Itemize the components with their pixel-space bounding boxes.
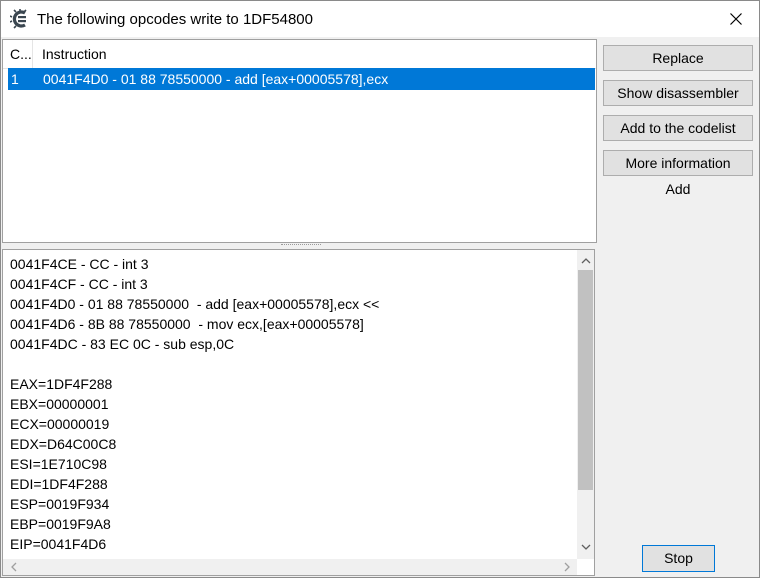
scroll-down-arrow-icon[interactable]: [577, 538, 594, 555]
memo-line: 0041F4D0 - 01 88 78550000 - add [eax+000…: [10, 296, 380, 312]
more-information-button[interactable]: More information: [603, 150, 753, 176]
close-icon: [730, 13, 742, 25]
opcode-list[interactable]: C... Instruction 1 0041F4D0 - 01 88 7855…: [2, 39, 597, 243]
list-row-selected[interactable]: 1 0041F4D0 - 01 88 78550000 - add [eax+0…: [8, 68, 595, 90]
column-header-instruction[interactable]: Instruction: [34, 40, 107, 68]
scroll-left-arrow-icon[interactable]: [5, 559, 22, 575]
memo-line: 0041F4CE - CC - int 3: [10, 256, 149, 272]
scroll-right-arrow-icon[interactable]: [558, 559, 575, 575]
memo-line: EBP=0019F9A8: [10, 516, 111, 532]
list-header: C... Instruction: [3, 40, 596, 69]
dialog-window: The following opcodes write to 1DF54800 …: [0, 0, 760, 578]
memo-line: EBX=00000001: [10, 396, 109, 412]
memo-line: EAX=1DF4F288: [10, 376, 113, 392]
scroll-up-arrow-icon[interactable]: [577, 252, 594, 269]
horizontal-scrollbar[interactable]: [3, 559, 577, 575]
add-label: Add: [665, 181, 691, 197]
column-header-count[interactable]: C...: [3, 40, 33, 68]
title-bar[interactable]: The following opcodes write to 1DF54800: [1, 1, 759, 37]
memo-line: ESP=0019F934: [10, 496, 110, 512]
disassembly-memo[interactable]: 0041F4CE - CC - int 3 0041F4CF - CC - in…: [2, 249, 595, 576]
row-count: 1: [11, 71, 19, 87]
close-button[interactable]: [713, 1, 759, 37]
memo-line: [10, 354, 570, 374]
splitter-handle[interactable]: [281, 244, 321, 248]
memo-content: 0041F4CE - CC - int 3 0041F4CF - CC - in…: [10, 254, 570, 554]
row-instruction: 0041F4D0 - 01 88 78550000 - add [eax+000…: [43, 71, 389, 87]
memo-line: 0041F4D6 - 8B 88 78550000 - mov ecx,[eax…: [10, 316, 364, 332]
memo-line: EIP=0041F4D6: [10, 536, 107, 552]
memo-line: EDX=D64C00C8: [10, 436, 117, 452]
window-title: The following opcodes write to 1DF54800: [37, 11, 313, 28]
replace-button[interactable]: Replace: [603, 45, 753, 71]
cheat-engine-icon: [9, 9, 30, 29]
stop-button[interactable]: Stop: [642, 545, 715, 572]
memo-line: ESI=1E710C98: [10, 456, 107, 472]
add-to-codelist-button[interactable]: Add to the codelist: [603, 115, 753, 141]
vertical-scrollbar[interactable]: [577, 250, 594, 559]
memo-line: 0041F4DC - 83 EC 0C - sub esp,0C: [10, 336, 235, 352]
memo-line: EDI=1DF4F288: [10, 476, 108, 492]
memo-line: ECX=00000019: [10, 416, 110, 432]
show-disassembler-button[interactable]: Show disassembler: [603, 80, 753, 106]
vertical-scroll-thumb[interactable]: [578, 270, 593, 490]
memo-line: 0041F4CF - CC - int 3: [10, 276, 148, 292]
